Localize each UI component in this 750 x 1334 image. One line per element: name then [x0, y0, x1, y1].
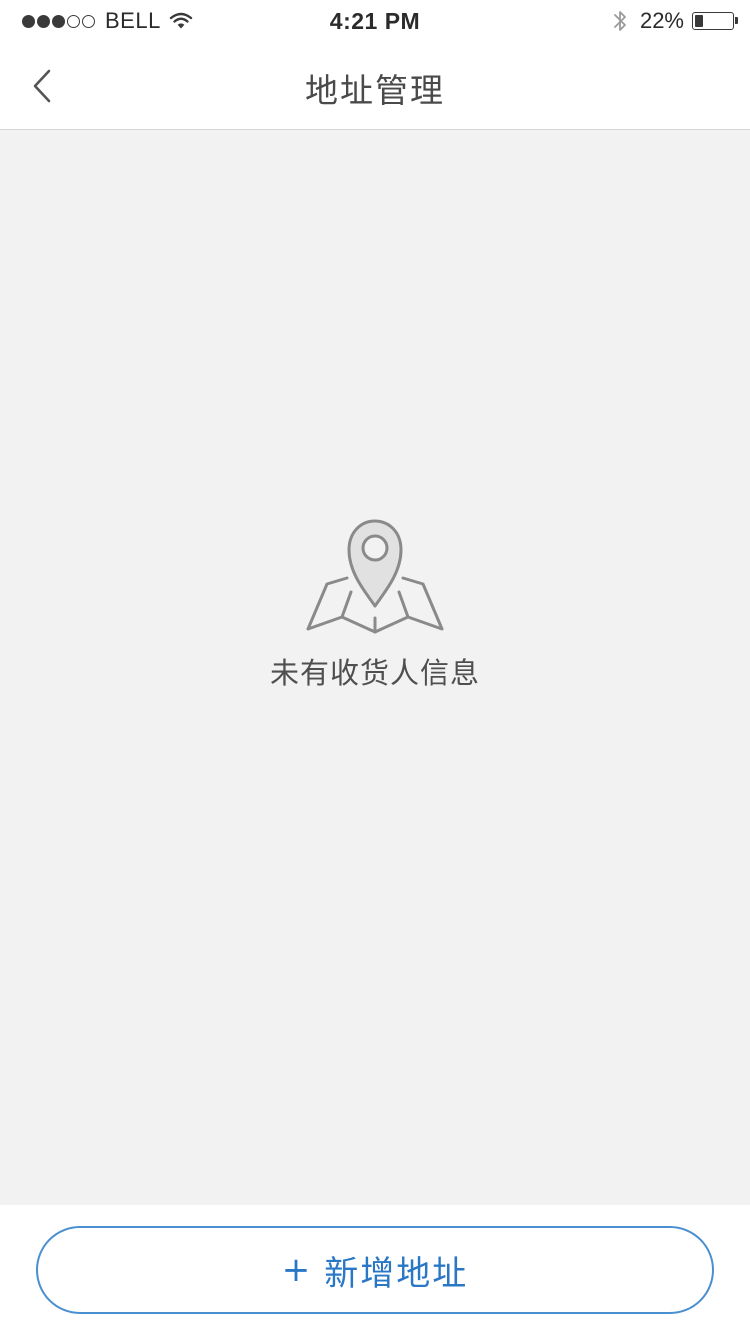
map-pin-icon — [306, 519, 444, 634]
page-title: 地址管理 — [305, 71, 445, 110]
chevron-left-icon — [33, 69, 51, 103]
status-bar: BELL 4:21 PM 22% — [0, 0, 750, 40]
status-right: 22% — [612, 8, 738, 34]
nav-bar: 地址管理 — [0, 40, 750, 130]
bluetooth-icon — [614, 11, 626, 31]
battery-cap — [735, 17, 738, 24]
battery-level-fill — [695, 15, 703, 27]
screen: BELL 4:21 PM 22% 地址管理 未有收货人信息 + 新增地址 — [0, 0, 750, 1334]
add-address-label: 新增地址 — [324, 1253, 469, 1294]
back-button[interactable] — [18, 62, 66, 110]
content-area: 未有收货人信息 — [0, 130, 750, 1205]
add-address-button[interactable]: + 新增地址 — [36, 1226, 714, 1314]
empty-state-message: 未有收货人信息 — [269, 656, 480, 690]
battery-icon — [692, 12, 738, 30]
empty-state: 未有收货人信息 — [0, 518, 750, 692]
footer: + 新增地址 — [0, 1205, 750, 1334]
plus-icon: + — [281, 1250, 311, 1290]
battery-percent: 22% — [639, 8, 684, 33]
